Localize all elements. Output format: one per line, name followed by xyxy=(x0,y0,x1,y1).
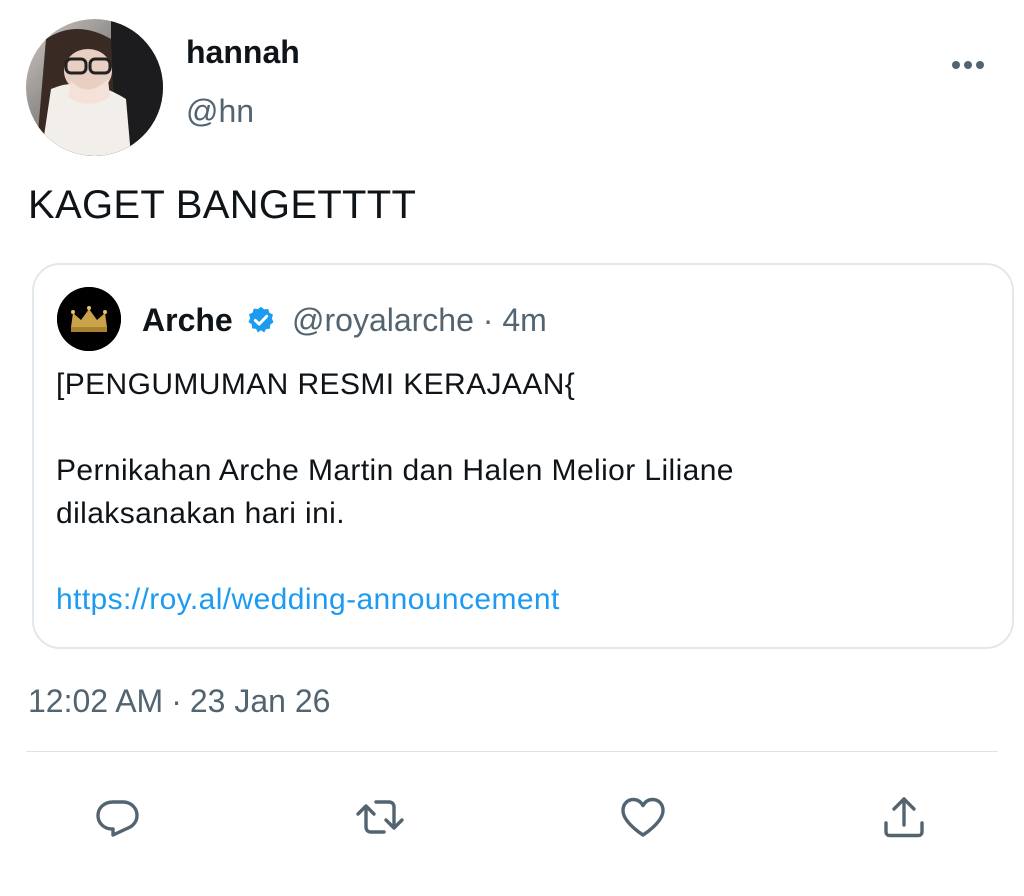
author-handle: @hn xyxy=(186,93,255,129)
quote-line: [PENGUMUMAN RESMI KERAJAAN{ xyxy=(56,368,576,401)
meta-separator: · xyxy=(482,302,494,338)
crown-icon xyxy=(57,287,121,351)
quote-author-name[interactable]: Arche xyxy=(142,302,233,339)
timestamp-date: 23 Jan 26 xyxy=(189,683,331,719)
timestamp-time: 12:02 AM xyxy=(28,683,164,719)
like-button[interactable] xyxy=(617,791,669,843)
tweet-text: KAGET BANGETTTT xyxy=(28,183,417,227)
share-button[interactable] xyxy=(878,791,930,843)
quote-time: 4m xyxy=(502,302,547,338)
quote-author-avatar[interactable] xyxy=(57,287,121,351)
quote-meta: @royalarche · 4m xyxy=(292,302,547,339)
author-name[interactable]: hannah xyxy=(186,34,300,71)
share-icon xyxy=(884,797,924,838)
more-options-button[interactable] xyxy=(944,50,992,80)
tweet-detail: hannah @hn KAGET BANGETTTT Arche @royala… xyxy=(0,0,1024,896)
divider xyxy=(26,751,998,752)
reply-button[interactable] xyxy=(92,791,144,843)
quote-link[interactable]: https://roy.al/wedding-announcement xyxy=(56,583,560,616)
quote-body: [PENGUMUMAN RESMI KERAJAAN{ Pernikahan A… xyxy=(56,363,986,621)
quote-line: dilaksanakan hari ini. xyxy=(56,497,345,530)
timestamp-separator: · xyxy=(171,683,182,719)
quote-author-handle: @royalarche xyxy=(292,302,474,338)
retweet-icon xyxy=(356,800,404,834)
tweet-timestamp[interactable]: 12:02 AM · 23 Jan 26 xyxy=(28,683,330,720)
avatar-photo xyxy=(26,19,163,156)
reply-icon xyxy=(96,800,139,837)
retweet-button[interactable] xyxy=(354,791,406,843)
more-horizontal-icon xyxy=(952,61,984,69)
like-icon xyxy=(621,797,665,837)
quoted-tweet-card[interactable]: Arche @royalarche · 4m [PENGUMUMAN RESMI… xyxy=(32,263,1014,649)
quote-line: Pernikahan Arche Martin dan Halen Melior… xyxy=(56,454,734,487)
author-avatar[interactable] xyxy=(26,19,163,156)
verified-badge-icon xyxy=(248,306,274,333)
